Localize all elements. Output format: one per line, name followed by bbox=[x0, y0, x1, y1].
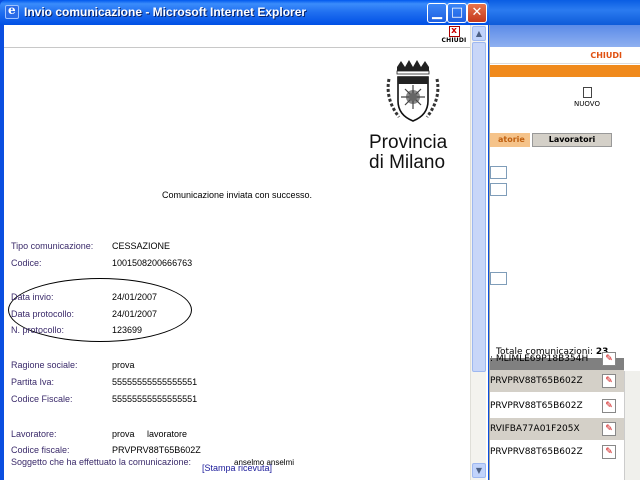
detail-icon[interactable]: ✎ bbox=[602, 422, 616, 436]
background-topbar: CHIUDI bbox=[490, 50, 640, 64]
table-row: RVIFBA77A01F205X ✎ bbox=[490, 418, 624, 440]
top-toolbar: x CHIUDI bbox=[4, 25, 470, 48]
popup-window: Invio comunicazione - Microsoft Internet… bbox=[0, 0, 489, 480]
detail-icon[interactable]: ✎ bbox=[602, 445, 616, 459]
provincia-di-milano-logo: Provincia di Milano bbox=[361, 53, 465, 181]
close-icon: ✕ bbox=[471, 5, 483, 20]
partita-iva-value: 55555555555555551 bbox=[112, 377, 198, 387]
n-protocollo-value: 123699 bbox=[112, 325, 143, 335]
lavoratore-value: prova lavoratore bbox=[112, 429, 188, 439]
scroll-thumb[interactable] bbox=[472, 42, 486, 372]
lavoratore-cf-value: PRVPRV88T65B602Z bbox=[112, 445, 201, 455]
codice-fiscale-label: Codice Fiscale: bbox=[11, 394, 73, 404]
background-input[interactable] bbox=[490, 272, 507, 285]
data-protocollo-value: 24/01/2007 bbox=[112, 309, 158, 319]
vertical-scrollbar[interactable]: ▲ ▼ bbox=[470, 25, 486, 480]
detail-icon[interactable]: ✎ bbox=[602, 374, 616, 388]
background-window: CHIUDI NUOVO atorie Lavoratori Totale co… bbox=[470, 0, 640, 480]
title-bar[interactable]: Invio comunicazione - Microsoft Internet… bbox=[0, 0, 489, 25]
page-client-area: x CHIUDI Provincia di Milano Comunicazio… bbox=[4, 25, 488, 480]
row-code: PRVPRV88T65B602Z bbox=[490, 447, 583, 457]
data-invio-label: Data invio: bbox=[11, 292, 54, 302]
table-row: : MLIMLE69P18B354H ✎ bbox=[490, 348, 624, 370]
codice-fiscale-value: 55555555555555551 bbox=[112, 394, 198, 404]
background-input[interactable] bbox=[490, 166, 507, 179]
codice-value: 1001508200666763 bbox=[112, 258, 193, 268]
background-chiudi-link[interactable]: CHIUDI bbox=[590, 51, 622, 60]
nuovo-label: NUOVO bbox=[574, 100, 600, 108]
background-page: CHIUDI NUOVO atorie Lavoratori Totale co… bbox=[488, 25, 640, 480]
background-inner-titlebar bbox=[490, 25, 640, 47]
scroll-down-button[interactable]: ▼ bbox=[472, 463, 486, 478]
chiudi-label: CHIUDI bbox=[441, 37, 467, 44]
minimize-button[interactable]: ▁ bbox=[427, 3, 447, 23]
ragione-sociale-value: prova bbox=[112, 360, 135, 370]
scroll-up-button[interactable]: ▲ bbox=[472, 26, 486, 41]
row-code: RVIFBA77A01F205X bbox=[490, 424, 580, 434]
logo-text: Provincia di Milano bbox=[369, 133, 447, 173]
stampa-ricevuta-link[interactable]: [Stampa ricevuta] bbox=[4, 463, 470, 473]
chiudi-button[interactable]: x CHIUDI bbox=[438, 26, 470, 46]
row-code: PRVPRV88T65B602Z bbox=[490, 401, 583, 411]
internet-explorer-icon bbox=[5, 3, 19, 19]
background-titlebar bbox=[470, 0, 640, 25]
tipo-comunicazione-value: CESSAZIONE bbox=[112, 241, 171, 251]
maximize-icon: □ bbox=[450, 5, 464, 20]
logo-line-1: Provincia bbox=[369, 132, 448, 153]
data-invio-value: 24/01/2007 bbox=[112, 292, 158, 302]
coat-of-arms-icon bbox=[386, 60, 440, 122]
lavoratore-label: Lavoratore: bbox=[11, 429, 57, 439]
background-scrollbar[interactable] bbox=[624, 371, 640, 480]
background-orange-bar bbox=[490, 65, 640, 77]
window-title: Invio comunicazione - Microsoft Internet… bbox=[24, 5, 307, 19]
minimize-icon: ▁ bbox=[432, 5, 442, 20]
success-message: Comunicazione inviata con successo. bbox=[161, 190, 313, 200]
maximize-button[interactable]: □ bbox=[447, 3, 467, 23]
tab-lavoratori[interactable]: Lavoratori bbox=[532, 133, 612, 147]
row-code: PRVPRV88T65B602Z bbox=[490, 376, 583, 386]
codice-label: Codice: bbox=[11, 258, 42, 268]
data-protocollo-label: Data protocollo: bbox=[11, 309, 75, 319]
row-code: : MLIMLE69P18B354H bbox=[490, 354, 589, 364]
background-input[interactable] bbox=[490, 183, 507, 196]
close-x-icon: x bbox=[448, 26, 460, 37]
tipo-comunicazione-label: Tipo comunicazione: bbox=[11, 241, 94, 251]
close-button[interactable]: ✕ bbox=[467, 3, 487, 23]
partita-iva-label: Partita Iva: bbox=[11, 377, 55, 387]
logo-line-2: di Milano bbox=[369, 152, 446, 173]
tab-partial[interactable]: atorie bbox=[490, 133, 530, 147]
lavoratore-cf-label: Codice fiscale: bbox=[11, 445, 70, 455]
table-row: PRVPRV88T65B602Z ✎ bbox=[490, 395, 624, 417]
n-protocollo-label: N. protocollo: bbox=[11, 325, 65, 335]
table-row: PRVPRV88T65B602Z ✎ bbox=[490, 370, 624, 392]
page-content: Provincia di Milano Comunicazione inviat… bbox=[4, 49, 470, 480]
detail-icon[interactable]: ✎ bbox=[602, 352, 616, 366]
nuovo-button[interactable]: NUOVO bbox=[572, 87, 602, 108]
table-row: PRVPRV88T65B602Z ✎ bbox=[490, 441, 624, 463]
detail-icon[interactable]: ✎ bbox=[602, 399, 616, 413]
new-document-icon bbox=[582, 87, 592, 98]
ragione-sociale-label: Ragione sociale: bbox=[11, 360, 78, 370]
